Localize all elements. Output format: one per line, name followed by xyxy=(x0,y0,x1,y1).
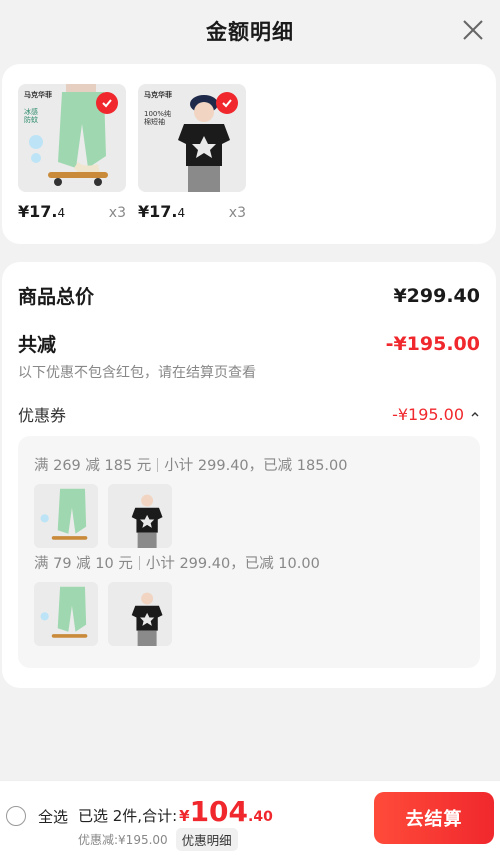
close-icon[interactable] xyxy=(460,17,486,43)
goods-total-label: 商品总价 xyxy=(18,286,95,308)
selected-check-icon[interactable] xyxy=(96,92,118,114)
coupon-rule: 满 269 减 185 元小计 299.40，已减 185.00 xyxy=(34,457,348,474)
coupon-label: 优惠券 xyxy=(18,406,67,425)
discount-note: 以下优惠不包含红包，请在结算页查看 xyxy=(18,365,256,381)
product-item[interactable]: 马克华菲 冰感防蚊 ¥17.4 x3 xyxy=(18,84,126,221)
checkout-button[interactable]: 去结算 xyxy=(374,792,494,844)
total-currency: ¥ xyxy=(179,807,190,825)
modal-header: 金额明细 xyxy=(0,0,500,62)
tshirt-thumb xyxy=(108,484,172,548)
selected-check-icon[interactable] xyxy=(216,92,238,114)
goods-total-value: ¥299.40 xyxy=(393,284,480,307)
tshirt-thumb xyxy=(108,582,172,646)
order-total: 已选 2件,合计: ¥ 104 .40 xyxy=(78,795,273,828)
product-price: ¥17.4 xyxy=(138,202,186,221)
product-brand: 马克华菲 xyxy=(24,91,52,99)
product-image[interactable]: 马克华菲 100%纯棉短袖 xyxy=(138,84,246,192)
product-quantity: x3 xyxy=(108,205,126,221)
total-amount: 104 xyxy=(189,795,249,828)
coupon-details: 满 269 减 185 元小计 299.40，已减 185.00 满 79 减 … xyxy=(18,436,480,668)
coupon-row[interactable]: 优惠券 -¥195.00 xyxy=(18,402,480,426)
chevron-up-icon[interactable] xyxy=(470,409,480,419)
product-tag: 冰感防蚊 xyxy=(24,108,38,125)
discount-detail-button[interactable]: 优惠明细 xyxy=(175,828,238,851)
product-tag: 100%纯棉短袖 xyxy=(144,110,172,127)
discount-summary: 优惠减:¥195.00 xyxy=(78,833,168,847)
product-price: ¥17.4 xyxy=(18,202,66,221)
coupon-product-thumb xyxy=(108,582,172,646)
discount-value: -¥195.00 xyxy=(385,332,480,355)
coupon-product-thumb xyxy=(34,582,98,646)
coupon-product-thumb xyxy=(34,484,98,548)
product-item[interactable]: 马克华菲 100%纯棉短袖 ¥17.4 x3 xyxy=(138,84,246,221)
total-decimal: .40 xyxy=(248,809,273,825)
products-card: 马克华菲 冰感防蚊 ¥17.4 x3 马克华菲 100%纯棉短袖 ¥17.4 x… xyxy=(2,64,496,244)
coupon-product-thumb xyxy=(108,484,172,548)
product-image[interactable]: 马克华菲 冰感防蚊 xyxy=(18,84,126,192)
checkout-bar: 全选 已选 2件,合计: ¥ 104 .40 优惠减:¥195.00 优惠明细 … xyxy=(0,780,500,864)
pants-thumb xyxy=(34,582,98,646)
discount-label: 共减 xyxy=(18,334,57,356)
coupon-value[interactable]: -¥195.00 xyxy=(392,405,480,424)
price-detail-card: 商品总价 ¥299.40 共减 -¥195.00 以下优惠不包含红包，请在结算页… xyxy=(2,262,496,688)
coupon-rule: 满 79 减 10 元小计 299.40，已减 10.00 xyxy=(34,555,320,572)
product-brand: 马克华菲 xyxy=(144,91,172,99)
select-all-radio[interactable] xyxy=(6,806,26,826)
product-quantity: x3 xyxy=(228,205,246,221)
pants-thumb xyxy=(34,484,98,548)
selected-count: 已选 2件,合计: xyxy=(78,807,178,825)
page-title: 金额明细 xyxy=(206,20,294,44)
select-all-label[interactable]: 全选 xyxy=(38,806,68,827)
